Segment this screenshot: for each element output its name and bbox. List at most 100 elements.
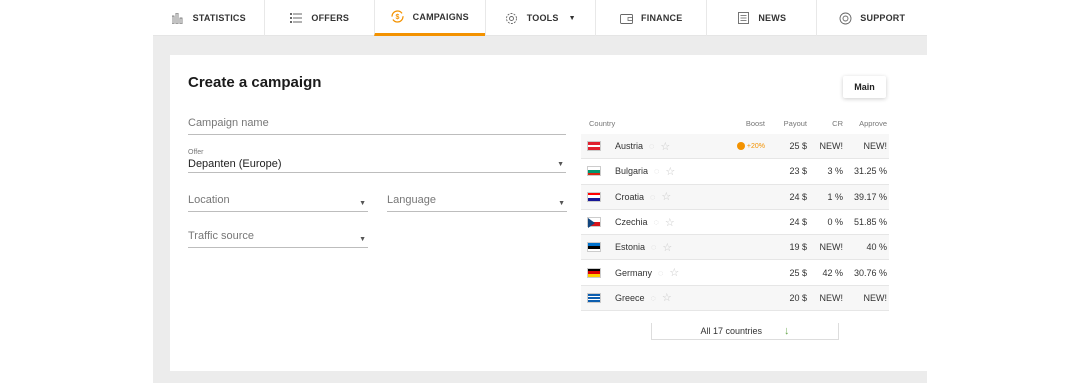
table-row[interactable]: Bulgaria ◌ ☆ 23 $ 3 % 31.25 % [581, 159, 889, 185]
table-row[interactable]: Austria ◌ ☆ +20% 25 $ NEW! NEW! [581, 134, 889, 160]
language-select[interactable]: Language ▼ [387, 187, 567, 212]
flag-icon [581, 292, 615, 303]
country-name: Czechia [615, 217, 648, 228]
star-icon[interactable]: ☆ [660, 140, 670, 153]
payout-value: 19 $ [789, 242, 807, 253]
location-placeholder: Location [188, 194, 230, 206]
header-cr: CR [832, 119, 843, 128]
nav-support-label: SUPPORT [860, 13, 906, 23]
chevron-down-icon: ▼ [557, 161, 564, 168]
nav-support[interactable]: SUPPORT [816, 0, 927, 36]
traffic-source-placeholder: Traffic source [188, 230, 255, 242]
star-icon[interactable]: ☆ [662, 291, 672, 304]
boost-icon [736, 142, 745, 151]
nav-statistics-label: STATISTICS [192, 13, 246, 23]
top-navigation: STATISTICS OFFERS $ CAMPAIGNS TOOLS ▼ FI… [153, 0, 927, 36]
approve-value: 30.76 % [853, 267, 887, 278]
support-icon [838, 11, 852, 25]
approve-value: NEW! [863, 141, 888, 152]
cr-value: 1 % [827, 191, 843, 202]
star-icon[interactable]: ☆ [669, 266, 679, 279]
header-payout: Payout [783, 119, 807, 128]
approve-value: 39.17 % [853, 191, 887, 202]
campaign-name-field[interactable]: Campaign name [188, 111, 566, 135]
offer-value: Depanten (Europe) [188, 158, 282, 170]
headset-icon: ◌ [649, 141, 655, 152]
country-table: Country Boost Payout CR Approve Austria … [581, 113, 889, 312]
country-cell: Czechia ◌ ☆ [615, 216, 725, 229]
header-approve: Approve [859, 119, 887, 128]
country-name: Estonia [615, 242, 646, 253]
all-countries-label: All 17 countries [700, 326, 763, 336]
star-icon[interactable]: ☆ [661, 190, 671, 203]
chevron-down-icon: ▼ [568, 14, 576, 22]
table-row[interactable]: Germany ◌ ☆ 25 $ 42 % 30.76 % [581, 260, 889, 286]
nav-campaigns[interactable]: $ CAMPAIGNS [374, 0, 485, 36]
nav-news[interactable]: NEWS [705, 0, 817, 36]
svg-text:$: $ [396, 14, 400, 21]
language-placeholder: Language [387, 194, 436, 206]
offer-select[interactable]: Offer Depanten (Europe) ▼ [188, 149, 566, 173]
boost-cell: +20% [725, 142, 765, 151]
payout-value: 20 $ [789, 292, 807, 303]
flag-icon [581, 141, 615, 152]
headset-icon: ◌ [654, 166, 660, 177]
traffic-source-select[interactable]: Traffic source ▼ [188, 223, 368, 248]
country-name: Austria [615, 141, 644, 152]
gear-icon [505, 11, 519, 25]
country-cell: Estonia ◌ ☆ [615, 241, 725, 254]
nav-tools[interactable]: TOOLS ▼ [484, 0, 596, 36]
page-title: Create a campaign [188, 74, 322, 91]
main-button[interactable]: Main [843, 76, 886, 98]
country-cell: Bulgaria ◌ ☆ [615, 165, 725, 178]
header-boost: Boost [745, 119, 765, 128]
flag-icon [581, 267, 615, 278]
nav-tools-label: TOOLS [526, 13, 559, 23]
location-select[interactable]: Location ▼ [188, 187, 368, 212]
nav-statistics[interactable]: STATISTICS [153, 0, 264, 36]
boost-value: +20% [746, 142, 765, 150]
country-cell: Germany ◌ ☆ [615, 266, 725, 279]
list-icon [289, 11, 303, 25]
star-icon[interactable]: ☆ [665, 165, 675, 178]
table-body: Austria ◌ ☆ +20% 25 $ NEW! NEW! Bulgaria… [581, 134, 889, 312]
news-icon [736, 11, 750, 25]
all-countries-button[interactable]: All 17 countries ↓ [651, 323, 839, 340]
country-cell: Croatia ◌ ☆ [615, 190, 725, 203]
cr-value: 42 % [822, 267, 843, 278]
cr-value: NEW! [819, 242, 844, 253]
flag-icon [581, 191, 615, 202]
approve-value: 31.25 % [853, 166, 887, 177]
chevron-down-icon: ▼ [359, 236, 366, 243]
nav-news-label: NEWS [758, 13, 787, 23]
payout-value: 24 $ [789, 217, 807, 228]
chevron-down-icon: ▼ [359, 200, 366, 207]
payout-value: 25 $ [789, 267, 807, 278]
create-campaign-card: Create a campaign Main Campaign name Off… [170, 55, 934, 371]
table-row[interactable]: Czechia ◌ ☆ 24 $ 0 % 51.85 % [581, 210, 889, 236]
payout-value: 25 $ [789, 141, 807, 152]
flag-icon [581, 217, 615, 229]
headset-icon: ◌ [651, 242, 657, 253]
table-row[interactable]: Croatia ◌ ☆ 24 $ 1 % 39.17 % [581, 184, 889, 210]
country-cell: Austria ◌ ☆ [615, 140, 725, 153]
nav-offers-label: OFFERS [311, 13, 350, 23]
table-row[interactable]: Greece ◌ ☆ 20 $ NEW! NEW! [581, 285, 889, 312]
nav-offers[interactable]: OFFERS [263, 0, 375, 36]
country-name: Germany [615, 267, 653, 278]
arrow-down-icon: ↓ [784, 325, 790, 337]
cr-value: 3 % [827, 166, 843, 177]
header-country: Country [589, 119, 616, 128]
headset-icon: ◌ [650, 191, 656, 202]
cr-value: NEW! [819, 292, 844, 303]
headset-icon: ◌ [653, 217, 659, 228]
nav-finance-label: FINANCE [641, 13, 683, 23]
campaign-icon: $ [391, 10, 405, 24]
star-icon[interactable]: ☆ [662, 241, 672, 254]
country-name: Croatia [615, 191, 645, 202]
chevron-down-icon: ▼ [558, 200, 565, 207]
bar-chart-icon [171, 11, 185, 25]
nav-finance[interactable]: FINANCE [595, 0, 706, 36]
star-icon[interactable]: ☆ [665, 216, 675, 229]
table-row[interactable]: Estonia ◌ ☆ 19 $ NEW! 40 % [581, 235, 889, 261]
